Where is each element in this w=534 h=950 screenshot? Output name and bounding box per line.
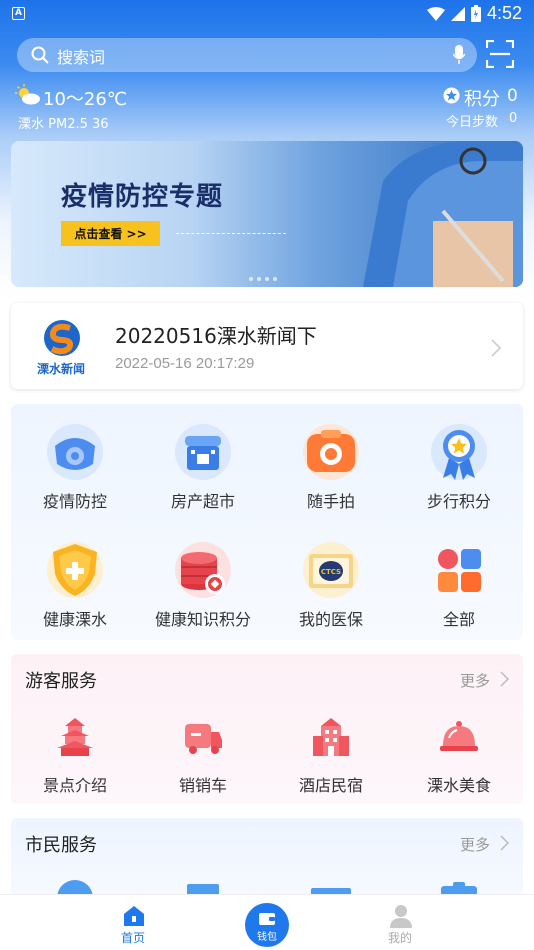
hotel-icon [313,718,349,756]
nav-wallet-label: 钱包 [257,932,277,943]
grid-item-label: 全部 [442,610,475,629]
more-link[interactable]: 更多 [460,834,490,855]
nav-wallet[interactable]: 钱包 [245,903,289,947]
citizen-services-card: 市民服务 更多 [11,818,523,898]
service-item-label: 景点介绍 [42,776,107,795]
service-item-hotels[interactable]: 酒店民宿 [267,710,395,800]
weather-temperature: 10～26℃ [43,89,128,110]
service-item-label: 酒店民宿 [298,776,363,795]
banner-view-button[interactable]: 点击查看 >> [61,221,160,246]
grid-item-walk-points[interactable]: 步行积分 [395,408,523,518]
grid-item-snapshot[interactable]: 随手拍 [267,408,395,518]
visitor-services-card: 游客服务 更多 景点介绍 销销车 酒店民宿 溧水美食 [11,654,523,804]
medal-icon [431,424,487,480]
store-icon [175,424,231,480]
camera-icon [303,424,359,480]
status-bar: A 4:52 [0,0,534,30]
points-label[interactable]: 积分 [464,85,500,111]
air-quality: 溧水 PM2.5 36 [18,117,109,132]
service-item-food[interactable]: 溧水美食 [395,710,523,800]
grid-item-label: 健康知识积分 [154,610,251,629]
grid-item-label: 我的医保 [298,610,363,629]
grid-item-label: 疫情防控 [42,492,107,511]
pagoda-icon [57,718,93,756]
grid-item-epidemic[interactable]: 疫情防控 [11,408,139,518]
service-item-attractions[interactable]: 景点介绍 [11,710,139,800]
wallet-icon [259,913,275,925]
user-icon [390,905,412,928]
carousel-dot[interactable] [265,277,269,281]
grid-item-health-lishui[interactable]: 健康溧水 [11,526,139,636]
service-item-label: 溧水美食 [426,776,491,795]
insurance-card-icon: CTCS [303,542,359,598]
epidemic-banner[interactable]: 疫情防控专题 点击查看 >> [11,141,523,287]
mask-virus-icon [47,424,103,480]
grid-item-medical-insurance[interactable]: CTCS 我的医保 [267,526,395,636]
news-card[interactable]: 溧水新闻 20220516溧水新闻下 2022-05-16 20:17:29 [11,303,523,389]
grid-item-label: 步行积分 [426,492,491,511]
battery-icon [470,5,481,22]
partly-cloudy-icon [15,84,40,105]
section-title: 游客服务 [25,671,97,692]
chevron-right-icon [491,339,501,357]
grid-item-all[interactable]: 全部 [395,526,523,636]
signal-icon [450,6,465,21]
carousel-dot[interactable] [257,277,261,281]
coins-icon [175,542,231,598]
grid-item-label: 房产超市 [170,492,235,511]
news-logo-label: 溧水新闻 [36,362,85,376]
search-bar[interactable]: 搜索词 [17,38,477,72]
points-star-icon[interactable] [443,87,460,104]
more-link[interactable]: 更多 [460,670,490,691]
grid-item-housing[interactable]: 房产超市 [139,408,267,518]
nav-home[interactable]: 首页 [73,895,193,950]
wifi-icon [426,6,445,21]
home-icon [124,906,144,926]
grid-item-health-knowledge[interactable]: 健康知识积分 [139,526,267,636]
nav-home-label: 首页 [120,931,145,945]
all-apps-icon [438,549,481,592]
chevron-right-icon[interactable] [500,835,509,851]
health-shield-icon [47,542,103,598]
truck-icon [185,724,222,754]
doctor-illustration [363,141,523,287]
bottom-navigation: 首页 钱包 我的 [0,894,534,950]
chevron-right-icon[interactable] [500,671,509,687]
microphone-icon[interactable] [453,45,465,65]
steps-label[interactable]: 今日步数 [446,111,498,130]
news-title[interactable]: 20220516溧水新闻下 [115,320,317,349]
scan-icon[interactable] [486,40,514,68]
grid-item-label: 健康溧水 [42,610,107,629]
nav-mine[interactable]: 我的 [340,895,460,950]
banner-title: 疫情防控专题 [61,182,224,212]
points-value: 0 [507,86,518,106]
nav-mine-label: 我的 [387,931,412,945]
clock: 4:52 [486,3,522,23]
carousel-indicator[interactable] [249,277,277,281]
app-notification-icon: A [12,7,25,20]
news-timestamp: 2022-05-16 20:17:29 [115,355,255,372]
carousel-dot[interactable] [273,277,277,281]
service-item-sales-truck[interactable]: 销销车 [139,710,267,800]
carousel-dot[interactable] [249,277,253,281]
grid-item-label: 随手拍 [306,492,355,511]
banner-divider [176,233,286,234]
search-input[interactable]: 搜索词 [57,44,105,68]
section-title: 市民服务 [25,835,97,856]
search-icon [31,46,49,64]
quick-access-grid: 疫情防控 房产超市 随手拍 步行积分 健康溧水 健康知识积分 CTCS 我的医保… [11,404,523,640]
svg-text:CTCS: CTCS [321,568,341,576]
service-item-label: 销销车 [178,776,227,795]
food-cloche-icon [440,721,478,751]
steps-value: 0 [509,111,518,126]
